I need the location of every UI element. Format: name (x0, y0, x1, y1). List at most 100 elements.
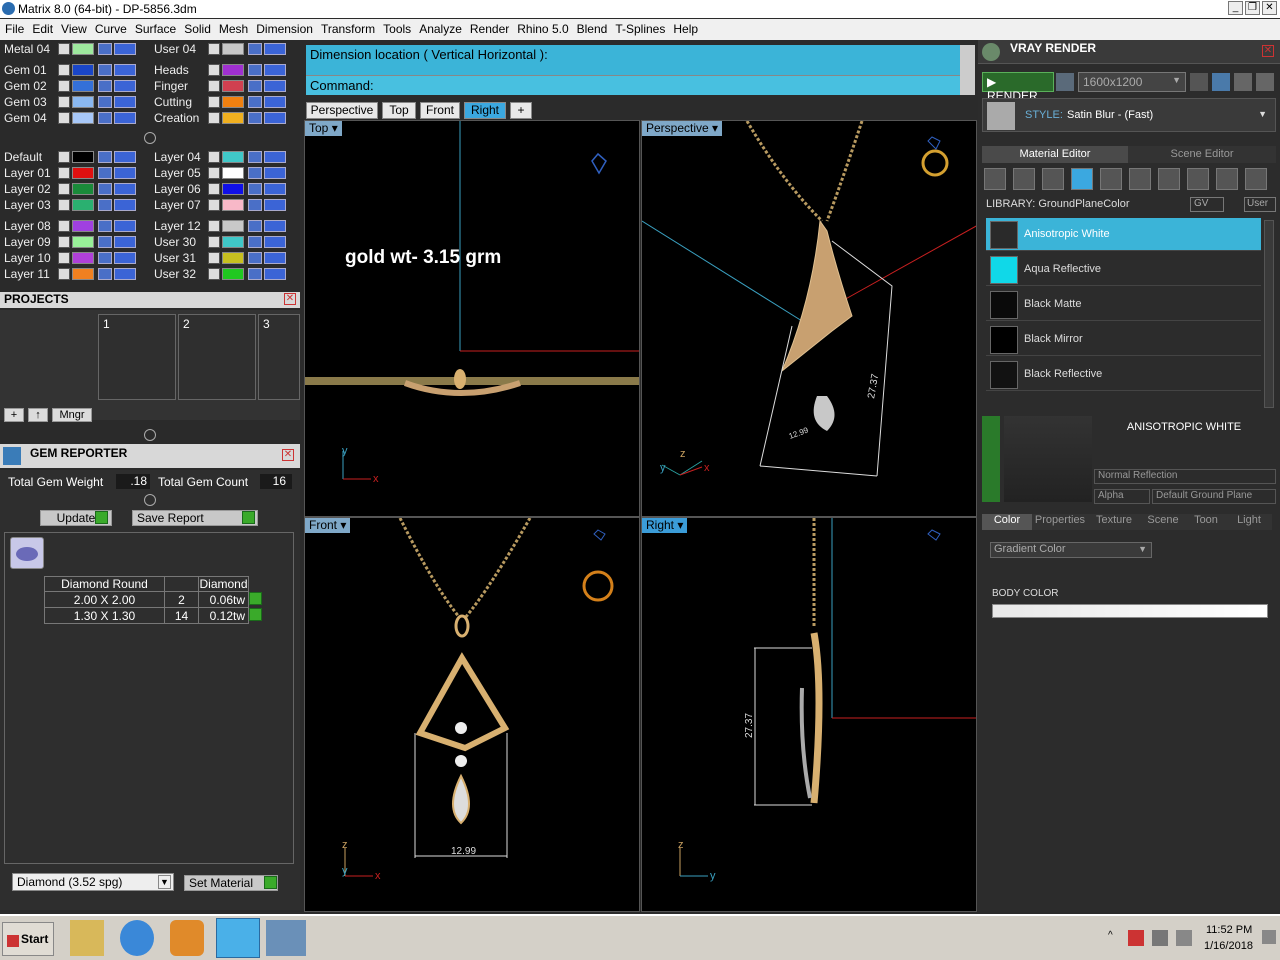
lock-icon[interactable] (248, 151, 262, 163)
menu-item[interactable]: Blend (572, 19, 611, 36)
expand-arrow-icon[interactable] (58, 252, 70, 264)
expand-arrow-icon[interactable] (208, 236, 220, 248)
menu-item[interactable]: Dimension (251, 19, 316, 36)
start-button[interactable]: Start (2, 922, 54, 956)
tab-properties[interactable]: Properties (1032, 514, 1088, 530)
material-list-scrollbar[interactable] (1264, 220, 1274, 408)
manager-button[interactable]: Mngr (52, 408, 92, 422)
layer-row[interactable]: User 04 (154, 42, 299, 57)
layer-color-swatch[interactable] (222, 96, 244, 108)
expand-arrow-icon[interactable] (58, 80, 70, 92)
layer-row[interactable]: Finger (154, 79, 299, 94)
media-player-icon[interactable] (170, 920, 204, 956)
visibility-icon[interactable] (114, 96, 136, 108)
layer-color-swatch[interactable] (222, 183, 244, 195)
visibility-icon[interactable] (114, 183, 136, 195)
project-slot[interactable]: 3 (258, 314, 300, 400)
visibility-icon[interactable] (114, 268, 136, 280)
expand-arrow-icon[interactable] (208, 112, 220, 124)
visibility-icon[interactable] (264, 80, 286, 92)
visibility-icon[interactable] (264, 43, 286, 55)
layer-color-swatch[interactable] (72, 112, 94, 124)
tab-top[interactable]: Top (382, 102, 416, 119)
resolution-select[interactable]: 1600x1200 ▼ (1078, 72, 1186, 92)
layer-color-swatch[interactable] (222, 64, 244, 76)
layer-color-swatch[interactable] (222, 80, 244, 92)
visibility-icon[interactable] (264, 252, 286, 264)
layer-color-swatch[interactable] (72, 236, 94, 248)
visibility-icon[interactable] (114, 64, 136, 76)
layer-color-swatch[interactable] (72, 220, 94, 232)
visibility-icon[interactable] (264, 112, 286, 124)
collapse-handle-icon[interactable] (144, 494, 156, 506)
layer-color-swatch[interactable] (222, 268, 244, 280)
layer-row[interactable]: Layer 12 (154, 219, 299, 234)
lock-icon[interactable] (248, 167, 262, 179)
expand-arrow-icon[interactable] (58, 236, 70, 248)
ground-plane-select[interactable]: Default Ground Plane (1152, 489, 1276, 504)
layer-color-swatch[interactable] (72, 151, 94, 163)
visibility-icon[interactable] (114, 220, 136, 232)
plane-icon[interactable] (1071, 168, 1093, 190)
preview-collapse-handle[interactable] (982, 416, 1000, 502)
drop-icon[interactable] (1187, 168, 1209, 190)
lock-icon[interactable] (248, 112, 262, 124)
security-alert-icon[interactable] (1128, 930, 1144, 946)
visibility-icon[interactable] (114, 167, 136, 179)
color-mode-select[interactable]: Gradient Color ▼ (990, 542, 1152, 558)
layer-row[interactable]: Layer 02 (4, 182, 149, 197)
lock-icon[interactable] (98, 167, 112, 179)
drop-icon[interactable] (1216, 168, 1238, 190)
visibility-icon[interactable] (114, 236, 136, 248)
project-slot[interactable]: 1 (98, 314, 176, 400)
layer-row[interactable]: Layer 11 (4, 267, 149, 282)
gv-toggle[interactable]: GV (1190, 197, 1224, 212)
network-icon[interactable] (1152, 930, 1168, 946)
expand-arrow-icon[interactable] (58, 112, 70, 124)
layer-row[interactable]: Default (4, 150, 149, 165)
tab-scene-editor[interactable]: Scene Editor (1128, 146, 1276, 163)
texture-icon[interactable] (1129, 168, 1151, 190)
expand-arrow-icon[interactable] (208, 252, 220, 264)
lock-icon[interactable] (248, 64, 262, 76)
visibility-icon[interactable] (264, 183, 286, 195)
list-icon[interactable] (1234, 73, 1252, 91)
visibility-icon[interactable] (264, 64, 286, 76)
expand-arrow-icon[interactable] (58, 43, 70, 55)
layer-row[interactable]: Layer 01 (4, 166, 149, 181)
pattern-icon[interactable] (1158, 168, 1180, 190)
layer-color-swatch[interactable] (222, 151, 244, 163)
visibility-icon[interactable] (114, 151, 136, 163)
menu-item[interactable]: Rhino 5.0 (512, 19, 571, 36)
close-icon[interactable]: ✕ (284, 293, 296, 305)
lock-icon[interactable] (248, 183, 262, 195)
visibility-icon[interactable] (114, 112, 136, 124)
list-item[interactable]: Black Matte (986, 288, 1261, 321)
tab-perspective[interactable]: Perspective (306, 102, 378, 119)
lock-icon[interactable] (98, 183, 112, 195)
layer-color-swatch[interactable] (72, 96, 94, 108)
tab-front[interactable]: Front (420, 102, 460, 119)
layer-row[interactable]: Metal 04 (4, 42, 149, 57)
expand-arrow-icon[interactable] (58, 268, 70, 280)
volume-icon[interactable] (1176, 930, 1192, 946)
tab-toon[interactable]: Toon (1186, 514, 1226, 530)
expand-arrow-icon[interactable] (208, 80, 220, 92)
viewport-top[interactable]: Top ▾ y x gold wt- 3.15 grm (304, 120, 640, 517)
layer-color-swatch[interactable] (222, 167, 244, 179)
list-item[interactable]: Anisotropic White (986, 218, 1261, 251)
expand-arrow-icon[interactable] (58, 199, 70, 211)
layer-color-swatch[interactable] (72, 183, 94, 195)
expand-arrow-icon[interactable] (58, 96, 70, 108)
visibility-icon[interactable] (264, 96, 286, 108)
internet-explorer-icon[interactable] (120, 920, 154, 956)
viewport-right[interactable]: Right ▾ 27.37 z y (641, 517, 977, 912)
expand-arrow-icon[interactable] (58, 64, 70, 76)
collapse-handle-icon[interactable] (144, 132, 156, 144)
user-toggle[interactable]: User (1244, 197, 1276, 212)
menu-item[interactable]: Analyze (414, 19, 465, 36)
expand-arrow-icon[interactable] (58, 167, 70, 179)
expand-arrow-icon[interactable] (208, 183, 220, 195)
render-button[interactable]: ▶ RENDER (982, 72, 1054, 103)
layer-row[interactable]: Cutting (154, 95, 299, 110)
